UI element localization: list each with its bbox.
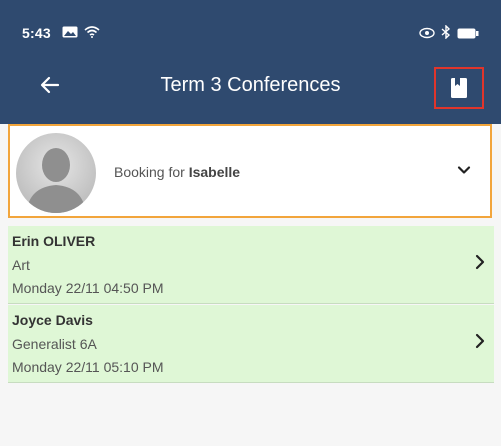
conference-list: Erin OLIVER Art Monday 22/11 04:50 PM Jo…	[8, 226, 494, 383]
chevron-down-icon[interactable]	[456, 162, 472, 183]
booking-prefix: Booking for	[114, 164, 185, 180]
battery-icon	[457, 26, 479, 44]
bookmark-icon	[451, 78, 467, 98]
avatar	[16, 133, 96, 213]
teacher-name: Joyce Davis	[12, 312, 93, 328]
student-selector[interactable]: Booking for Isabelle	[8, 124, 492, 218]
status-left-icons	[62, 25, 100, 43]
page-title: Term 3 Conferences	[160, 74, 341, 96]
photo-icon	[62, 25, 78, 43]
conference-row[interactable]: Erin OLIVER Art Monday 22/11 04:50 PM	[8, 226, 494, 304]
wifi-icon	[84, 25, 100, 43]
bluetooth-icon	[441, 24, 451, 44]
subject: Art	[12, 257, 30, 273]
conference-datetime: Monday 22/11 05:10 PM	[12, 359, 164, 375]
conference-datetime: Monday 22/11 04:50 PM	[12, 280, 164, 296]
status-time: 5:43	[22, 25, 51, 41]
teacher-name: Erin OLIVER	[12, 233, 96, 249]
booking-student-name: Isabelle	[188, 164, 241, 180]
subject: Generalist 6A	[12, 336, 97, 352]
chevron-right-icon	[474, 254, 486, 275]
status-bar: 5:43	[0, 0, 501, 48]
status-right-icons	[419, 24, 479, 44]
eye-icon	[419, 26, 435, 44]
app-bar: Term 3 Conferences	[0, 48, 501, 124]
booking-action-button[interactable]	[434, 67, 484, 109]
chevron-right-icon	[474, 333, 486, 354]
booking-label: Booking for Isabelle	[114, 164, 240, 180]
conference-row[interactable]: Joyce Davis Generalist 6A Monday 22/11 0…	[8, 305, 494, 383]
